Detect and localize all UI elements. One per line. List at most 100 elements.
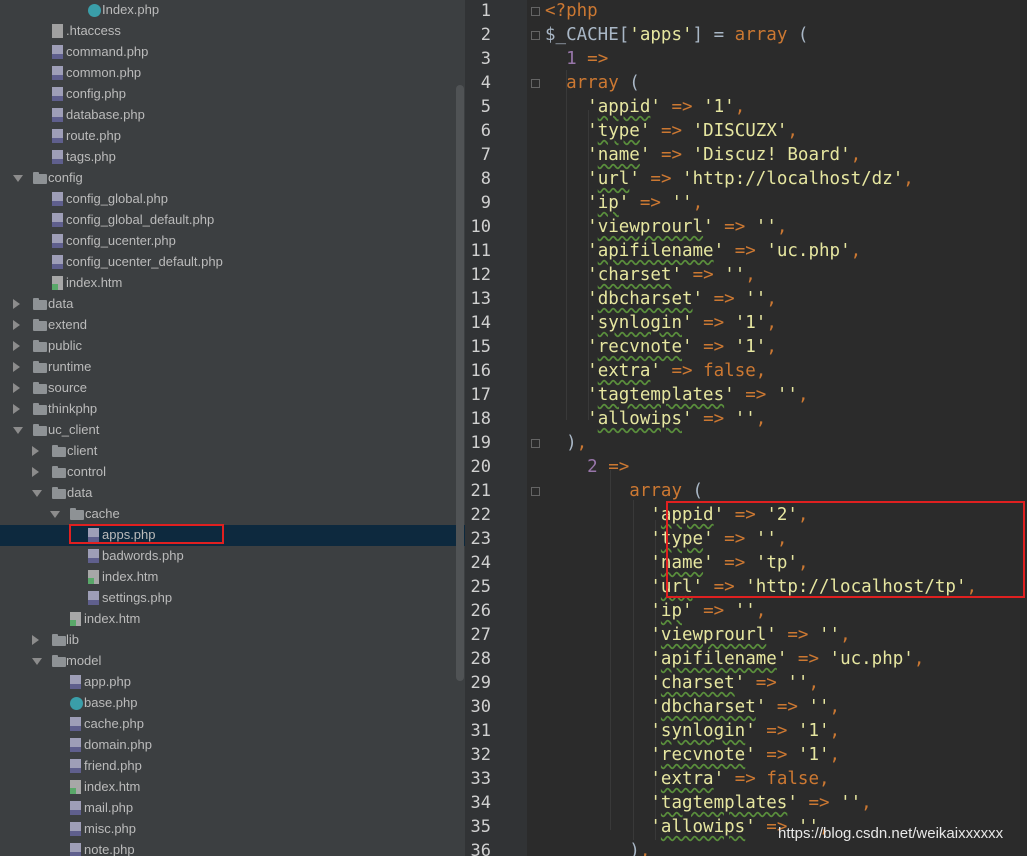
chevron-down-icon[interactable] bbox=[32, 658, 42, 665]
tree-file-Index.php[interactable]: Index.php bbox=[0, 0, 465, 21]
tree-folder-model[interactable]: model bbox=[0, 651, 465, 672]
tree-item-label: cache bbox=[85, 506, 120, 521]
fold-marker-icon[interactable] bbox=[531, 7, 540, 16]
code-line[interactable]: 'synlogin' => '1', bbox=[545, 719, 840, 743]
fold-marker-icon[interactable] bbox=[531, 439, 540, 448]
tree-item-label: config_ucenter_default.php bbox=[66, 254, 223, 269]
tree-file-index.htm[interactable]: index.htm bbox=[0, 777, 465, 798]
chevron-right-icon[interactable] bbox=[13, 299, 20, 309]
tree-file-domain.php[interactable]: domain.php bbox=[0, 735, 465, 756]
code-line[interactable]: 'allowips' => '', bbox=[545, 407, 766, 431]
tree-file-index.htm[interactable]: index.htm bbox=[0, 273, 465, 294]
chevron-down-icon[interactable] bbox=[13, 175, 23, 182]
tree-folder-uc_client[interactable]: uc_client bbox=[0, 420, 465, 441]
line-number: 10 bbox=[470, 217, 491, 237]
code-line[interactable]: 'url' => 'http://localhost/dz', bbox=[545, 167, 914, 191]
code-line[interactable]: 2 => bbox=[545, 455, 629, 479]
chevron-down-icon[interactable] bbox=[50, 511, 60, 518]
code-line[interactable]: 'extra' => false, bbox=[545, 767, 829, 791]
code-line[interactable]: 'apifilename' => 'uc.php', bbox=[545, 647, 924, 671]
code-line[interactable]: ), bbox=[545, 839, 650, 856]
tree-folder-client[interactable]: client bbox=[0, 441, 465, 462]
tree-file-misc.php[interactable]: misc.php bbox=[0, 819, 465, 840]
fold-marker-icon[interactable] bbox=[531, 31, 540, 40]
code-line[interactable]: array ( bbox=[545, 479, 703, 503]
tree-file-base.php[interactable]: base.php bbox=[0, 693, 465, 714]
tree-file-command.php[interactable]: command.php bbox=[0, 42, 465, 63]
chevron-right-icon[interactable] bbox=[13, 362, 20, 372]
tree-item-label: model bbox=[66, 653, 102, 668]
tree-file-.htaccess[interactable]: .htaccess bbox=[0, 21, 465, 42]
tree-folder-extend[interactable]: extend bbox=[0, 315, 465, 336]
tree-folder-public[interactable]: public bbox=[0, 336, 465, 357]
code-line[interactable]: 'ip' => '', bbox=[545, 599, 766, 623]
code-line[interactable]: 'recvnote' => '1', bbox=[545, 743, 840, 767]
tree-file-database.php[interactable]: database.php bbox=[0, 105, 465, 126]
tree-folder-cache[interactable]: cache bbox=[0, 504, 465, 525]
chevron-right-icon[interactable] bbox=[13, 383, 20, 393]
tree-item-label: public bbox=[48, 338, 82, 353]
code-line[interactable]: 'dbcharset' => '', bbox=[545, 695, 840, 719]
tree-folder-config[interactable]: config bbox=[0, 168, 465, 189]
tree-folder-data[interactable]: data bbox=[0, 483, 465, 504]
tree-file-friend.php[interactable]: friend.php bbox=[0, 756, 465, 777]
tree-file-config.php[interactable]: config.php bbox=[0, 84, 465, 105]
chevron-right-icon[interactable] bbox=[13, 320, 20, 330]
tree-file-tags.php[interactable]: tags.php bbox=[0, 147, 465, 168]
tree-file-settings.php[interactable]: settings.php bbox=[0, 588, 465, 609]
tree-item-label: mail.php bbox=[84, 800, 134, 815]
chevron-right-icon[interactable] bbox=[32, 467, 39, 477]
tree-file-config_ucenter_default.php[interactable]: config_ucenter_default.php bbox=[0, 252, 465, 273]
tree-file-app.php[interactable]: app.php bbox=[0, 672, 465, 693]
tree-folder-thinkphp[interactable]: thinkphp bbox=[0, 399, 465, 420]
tree-highlight-box bbox=[69, 524, 224, 544]
code-line[interactable]: 'charset' => '', bbox=[545, 263, 756, 287]
code-line[interactable]: 'apifilename' => 'uc.php', bbox=[545, 239, 861, 263]
tree-file-cache.php[interactable]: cache.php bbox=[0, 714, 465, 735]
tree-folder-source[interactable]: source bbox=[0, 378, 465, 399]
code-line[interactable]: ), bbox=[545, 431, 587, 455]
code-editor[interactable]: 1 2 3 4 5 6 7 8 9 10 11 12 13 14 15 16 17 18 19 20 21 22 23 24 2… bbox=[465, 0, 1027, 856]
tree-item-label: database.php bbox=[66, 107, 145, 122]
tree-scrollbar[interactable] bbox=[456, 85, 464, 681]
code-line[interactable]: 'appid' => '1', bbox=[545, 95, 745, 119]
tree-folder-runtime[interactable]: runtime bbox=[0, 357, 465, 378]
code-line[interactable]: 'viewprourl' => '', bbox=[545, 623, 850, 647]
chevron-right-icon[interactable] bbox=[32, 635, 39, 645]
tree-folder-lib[interactable]: lib bbox=[0, 630, 465, 651]
tree-file-config_global_default.php[interactable]: config_global_default.php bbox=[0, 210, 465, 231]
code-line[interactable]: 'tagtemplates' => '', bbox=[545, 383, 808, 407]
fold-marker-icon[interactable] bbox=[531, 487, 540, 496]
tree-folder-control[interactable]: control bbox=[0, 462, 465, 483]
code-line[interactable]: 'recvnote' => '1', bbox=[545, 335, 777, 359]
tree-file-config_global.php[interactable]: config_global.php bbox=[0, 189, 465, 210]
code-line[interactable]: 'extra' => false, bbox=[545, 359, 766, 383]
code-line[interactable]: 'ip' => '', bbox=[545, 191, 703, 215]
code-line[interactable]: $_CACHE['apps'] = array ( bbox=[545, 23, 808, 47]
code-line[interactable]: array ( bbox=[545, 71, 640, 95]
tree-folder-data[interactable]: data bbox=[0, 294, 465, 315]
chevron-right-icon[interactable] bbox=[13, 404, 20, 414]
tree-file-mail.php[interactable]: mail.php bbox=[0, 798, 465, 819]
code-line[interactable]: 'tagtemplates' => '', bbox=[545, 791, 871, 815]
tree-file-config_ucenter.php[interactable]: config_ucenter.php bbox=[0, 231, 465, 252]
chevron-right-icon[interactable] bbox=[32, 446, 39, 456]
code-line[interactable]: 1 => bbox=[545, 47, 608, 71]
code-line[interactable]: 'viewprourl' => '', bbox=[545, 215, 787, 239]
code-line[interactable]: 'synlogin' => '1', bbox=[545, 311, 777, 335]
chevron-down-icon[interactable] bbox=[32, 490, 42, 497]
code-line[interactable]: 'charset' => '', bbox=[545, 671, 819, 695]
code-line[interactable]: <?php bbox=[545, 0, 598, 23]
code-line[interactable]: 'type' => 'DISCUZX', bbox=[545, 119, 798, 143]
tree-file-index.htm[interactable]: index.htm bbox=[0, 609, 465, 630]
code-line[interactable]: 'name' => 'Discuz! Board', bbox=[545, 143, 861, 167]
tree-file-badwords.php[interactable]: badwords.php bbox=[0, 546, 465, 567]
fold-marker-icon[interactable] bbox=[531, 79, 540, 88]
chevron-right-icon[interactable] bbox=[13, 341, 20, 351]
code-line[interactable]: 'dbcharset' => '', bbox=[545, 287, 777, 311]
tree-file-note.php[interactable]: note.php bbox=[0, 840, 465, 856]
chevron-down-icon[interactable] bbox=[13, 427, 23, 434]
tree-file-index.htm[interactable]: index.htm bbox=[0, 567, 465, 588]
tree-file-common.php[interactable]: common.php bbox=[0, 63, 465, 84]
tree-file-route.php[interactable]: route.php bbox=[0, 126, 465, 147]
